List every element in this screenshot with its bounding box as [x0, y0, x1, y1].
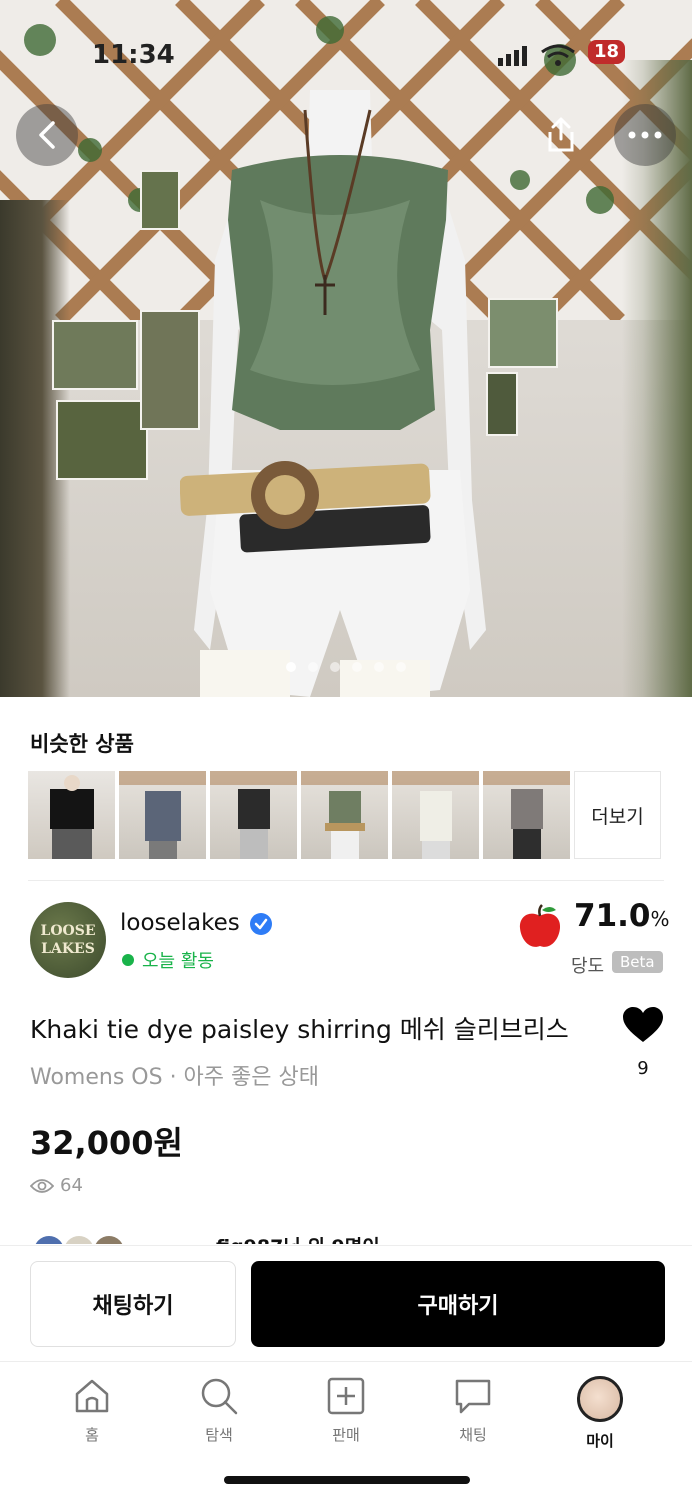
heart-icon	[623, 1007, 663, 1042]
pagination-dot[interactable]	[330, 662, 340, 672]
home-indicator[interactable]	[224, 1476, 470, 1484]
similar-product-thumb[interactable]	[119, 771, 206, 859]
mannequin-with-top	[180, 90, 486, 697]
product-title: Khaki tie dye paisley shirring 메쉬 슬리브리스	[30, 1015, 569, 1044]
product-image-gallery[interactable]: 11:34 18	[0, 0, 692, 697]
home-icon	[75, 1379, 109, 1413]
share-button[interactable]	[530, 104, 592, 166]
tab-explore[interactable]: 탐색	[169, 1376, 269, 1445]
similar-products-title: 비슷한 상품	[30, 732, 134, 756]
wall-photo	[56, 400, 148, 480]
chevron-left-icon	[39, 121, 55, 149]
more-options-button[interactable]	[614, 104, 676, 166]
chat-bubble-icon	[455, 1379, 491, 1414]
search-icon	[201, 1378, 238, 1415]
similar-product-thumb[interactable]	[28, 771, 115, 859]
liker-avatars	[35, 1236, 123, 1244]
avatar	[577, 1376, 623, 1422]
online-dot-icon	[122, 954, 134, 966]
similar-product-thumb[interactable]	[301, 771, 388, 859]
buy-button[interactable]: 구매하기	[251, 1261, 665, 1347]
likers-preview[interactable]: fig987님 외 9명이	[30, 1232, 666, 1244]
wall-photo	[140, 170, 180, 230]
wall-photo	[52, 320, 138, 390]
tab-chat[interactable]: 채팅	[423, 1376, 523, 1445]
similar-product-thumb[interactable]	[483, 771, 570, 859]
chat-button[interactable]: 채팅하기	[30, 1261, 236, 1347]
likers-text: fig987님 외 9명이	[216, 1232, 380, 1244]
plus-square-icon	[327, 1377, 365, 1415]
seller-avatar[interactable]: LOOSE LAKES	[30, 902, 106, 978]
seller-activity-status: 오늘 활동	[122, 947, 214, 973]
beta-badge: Beta	[612, 951, 663, 973]
tab-label: 마이	[586, 1432, 614, 1450]
like-button[interactable]: 9	[620, 1006, 666, 1079]
rating-unit: %	[650, 907, 670, 931]
pagination-dot[interactable]	[286, 662, 296, 672]
tab-label: 채팅	[459, 1426, 487, 1444]
divider	[28, 880, 664, 881]
product-price: 32,000원	[30, 1124, 183, 1162]
tab-my[interactable]: 마이	[550, 1376, 650, 1451]
like-count: 9	[637, 1058, 649, 1079]
similar-products-row: 더보기	[28, 771, 664, 859]
share-icon	[548, 117, 574, 152]
more-horizontal-icon	[628, 131, 662, 139]
view-count-value: 64	[60, 1175, 83, 1196]
similar-product-thumb[interactable]	[392, 771, 479, 859]
back-button[interactable]	[16, 104, 78, 166]
signal-wifi-icon	[498, 44, 575, 66]
pagination-dot[interactable]	[374, 662, 384, 672]
verified-badge-icon	[250, 913, 272, 935]
tab-label: 탐색	[205, 1426, 233, 1444]
tab-home[interactable]: 홈	[42, 1376, 142, 1445]
eye-icon	[30, 1178, 54, 1193]
activity-label: 오늘 활동	[142, 951, 214, 972]
tab-sell[interactable]: 판매	[296, 1376, 396, 1445]
seller-rating: 71.0%	[574, 898, 670, 934]
tab-label: 판매	[332, 1426, 360, 1444]
apple-icon	[519, 904, 561, 947]
pagination-dot[interactable]	[352, 662, 362, 672]
product-meta: Womens OS · 아주 좋은 상태	[30, 1065, 319, 1090]
status-bar: 11:34 18	[0, 30, 692, 74]
tab-label: 홈	[85, 1426, 99, 1444]
similar-product-thumb[interactable]	[210, 771, 297, 859]
purchase-action-bar: 채팅하기 구매하기	[0, 1245, 692, 1361]
seller-avatar-text: LOOSE	[40, 923, 96, 939]
view-count: 64	[30, 1175, 83, 1196]
seller-avatar-text: LAKES	[41, 941, 95, 957]
rating-label: 당도	[571, 956, 605, 977]
pagination-dot[interactable]	[396, 662, 406, 672]
gallery-pagination	[0, 662, 692, 672]
similar-more-button[interactable]: 더보기	[574, 771, 661, 859]
seller-name[interactable]: looselakes	[120, 910, 240, 936]
status-time: 11:34	[92, 40, 175, 70]
pagination-dot[interactable]	[308, 662, 318, 672]
rating-value: 71.0	[574, 898, 651, 934]
battery-indicator: 18	[588, 40, 626, 64]
